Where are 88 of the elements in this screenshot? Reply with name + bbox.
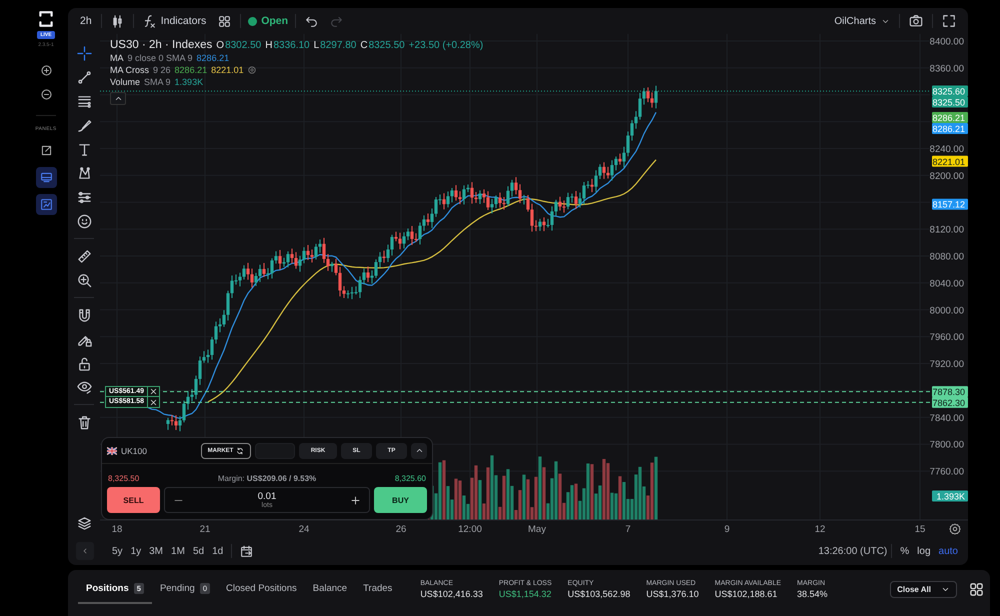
symbol-label: UK100	[121, 446, 147, 456]
margin-info: Margin: US$209.06 / 9.53%	[218, 474, 316, 482]
price-tag: 8221.01	[932, 156, 968, 167]
range-button[interactable]: 1y	[126, 544, 146, 558]
indicator-params: 9 26	[153, 65, 171, 75]
price-label: 8360.00	[930, 63, 964, 74]
scale-option[interactable]: auto	[934, 544, 962, 558]
indicator-params: 9 close 0 SMA 9	[128, 53, 193, 63]
ohlc-value: 8297.80	[320, 40, 356, 50]
indicator-value: 8221.01	[211, 65, 244, 75]
price-label: 8040.00	[930, 278, 964, 290]
stat-value: US$102,188.61	[714, 588, 778, 598]
price-tag: 8325.50	[932, 96, 968, 108]
range-button[interactable]: 5d	[188, 544, 208, 558]
panel-tab[interactable]: Closed Positions	[218, 574, 305, 604]
quantity-value: 0.01	[258, 491, 276, 502]
price-label: 8000.00	[930, 305, 964, 316]
price-label: 7760.00	[930, 466, 964, 478]
price-label: 8080.00	[930, 252, 964, 263]
time-label: 7	[625, 524, 631, 535]
time-label: 18	[112, 524, 122, 535]
close-all-button[interactable]: Close All	[890, 580, 957, 598]
stat-value: US$103,562.98	[568, 588, 630, 598]
price-change: +23.50 (+0.28%)	[408, 40, 484, 50]
time-label: 9	[724, 524, 730, 535]
time-label: 12:00	[458, 524, 482, 535]
price-label: 7920.00	[930, 359, 964, 370]
tab-label: Balance	[312, 582, 348, 594]
interval-button[interactable]: 2h	[74, 12, 98, 30]
price-tag: 7862.30	[932, 396, 968, 408]
price-tag: 8157.12	[932, 198, 968, 210]
scale-option[interactable]: %	[896, 544, 914, 558]
range-button[interactable]: 1M	[167, 544, 189, 558]
status-label: Open	[261, 15, 288, 27]
ohlc-label: O	[216, 40, 224, 50]
account-selector[interactable]: OilCharts	[828, 12, 896, 30]
time-label: 12	[814, 524, 826, 535]
indicators-button[interactable]: Indicators	[136, 12, 212, 30]
ohlc-value: 8325.50	[368, 40, 405, 50]
range-button[interactable]: 1d	[208, 544, 228, 558]
tab-label: Trades	[363, 582, 392, 594]
ohlc-value: 8336.10	[273, 40, 310, 50]
price-label: 7840.00	[930, 412, 964, 424]
time-label: May	[528, 524, 546, 535]
time-label: 26	[396, 524, 406, 535]
time-label: 24	[298, 524, 310, 535]
indicator-value: 8286.21	[196, 53, 230, 63]
price-tag: 7878.30	[932, 386, 968, 398]
time-label: 15	[914, 524, 926, 535]
indicator-params: SMA 9	[144, 77, 171, 87]
price-tag: 1.393K	[932, 490, 968, 502]
panel-tab[interactable]: Trades	[355, 574, 400, 604]
ohlc-label: H	[265, 40, 272, 50]
price-label: 7800.00	[930, 440, 964, 451]
indicator-value: 8286.21	[174, 65, 208, 75]
ohlc-label: L	[314, 40, 320, 50]
price-tag: 8286.21	[932, 122, 968, 134]
tab-label: Closed Positions	[226, 582, 297, 594]
price-label: 8120.00	[930, 224, 964, 236]
price-label: 8200.00	[930, 170, 964, 182]
indicator-value: 1.393K	[174, 77, 204, 87]
price-label: 7960.00	[930, 332, 964, 344]
price-tag: 8325.60	[932, 86, 968, 96]
symbol-title: US30 · 2h · Indexes	[110, 39, 212, 51]
ohlc-value: 8302.50	[225, 40, 262, 50]
buy-button[interactable]: BUY	[374, 487, 427, 513]
indicator-name: MA	[110, 53, 124, 63]
tab-label: Positions	[86, 582, 129, 594]
sell-button[interactable]: SELL	[107, 487, 160, 513]
indicator-name: MA Cross	[110, 65, 150, 75]
price-tag: 8286.21	[932, 112, 968, 123]
buy-price: 8,325.60	[394, 474, 426, 482]
time-label: 21	[200, 524, 210, 535]
price-label: 8240.00	[930, 144, 964, 156]
stat-value: US$1,154.32	[498, 588, 552, 598]
range-button[interactable]: 3M	[145, 544, 168, 558]
range-button[interactable]: 5y	[108, 544, 127, 558]
stat-value: US$102,416.33	[420, 588, 483, 598]
sell-price: 8,325.50	[108, 474, 140, 482]
scale-option[interactable]: log	[913, 544, 935, 558]
price-label: 8400.00	[930, 36, 964, 48]
stat-value: 38.54%	[797, 588, 828, 598]
indicator-name: Volume	[110, 77, 140, 87]
tab-label: Pending	[160, 582, 195, 594]
ohlc-label: C	[360, 40, 368, 50]
stat-value: US$1,376.10	[646, 588, 699, 598]
panel-tab[interactable]: Balance	[304, 574, 356, 604]
clock-label: 13:26:00 (UTC)	[818, 546, 888, 556]
